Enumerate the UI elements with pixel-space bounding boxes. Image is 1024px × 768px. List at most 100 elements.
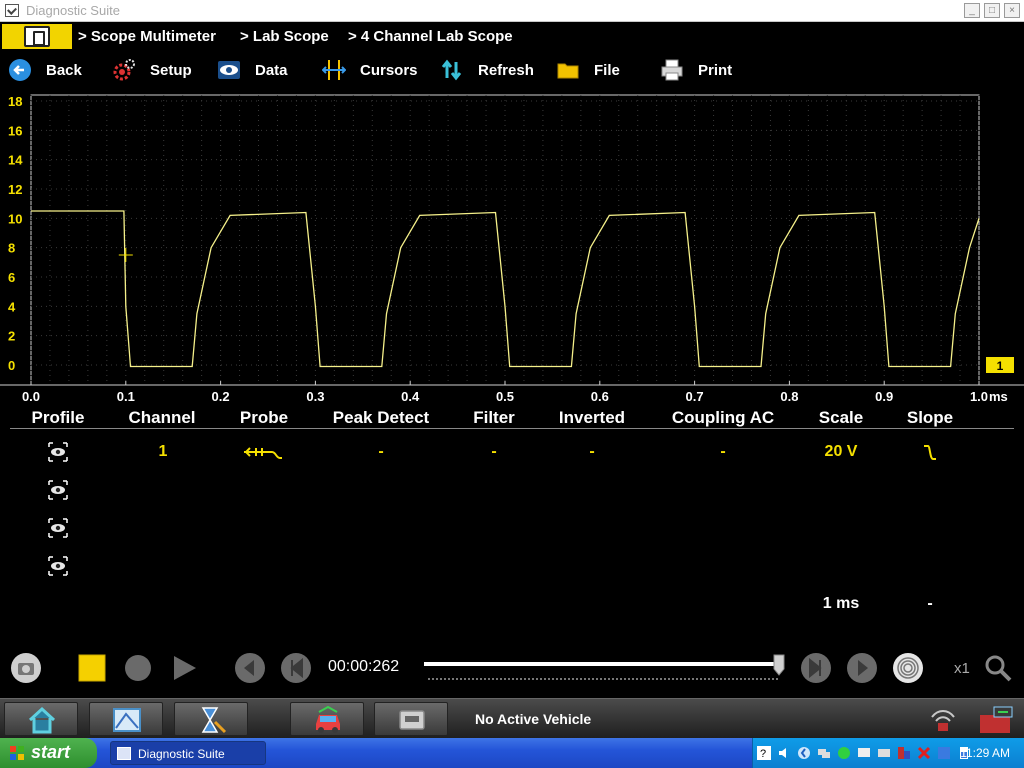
printer-icon: [661, 59, 683, 81]
refresh-button[interactable]: Refresh: [440, 56, 534, 84]
play-icon[interactable]: [168, 652, 200, 684]
svg-text:?: ?: [760, 748, 766, 760]
tools-app-button[interactable]: [174, 702, 248, 736]
system-tray: ? 11:29 AM: [752, 738, 1024, 768]
start-button[interactable]: start: [0, 738, 97, 768]
hourglass-tools-icon: [201, 707, 227, 734]
scope-display[interactable]: 18 16 14 12 10 8 6 4 2 0 0.0 0.1 0.2 0.3 0.4 0.5 0.6 0.7 0…: [0, 93, 1024, 413]
column-header-profile: Profile: [31, 408, 85, 427]
toolbar: Back Setup Data Cursors Refresh File Pri…: [0, 51, 1024, 89]
zoom-icon[interactable]: [982, 652, 1014, 684]
taskbar-item-diagnostic-suite[interactable]: Diagnostic Suite: [110, 741, 266, 765]
camera-snapshot-icon[interactable]: [10, 652, 42, 684]
column-header-coupling-ac: Coupling AC: [671, 408, 775, 427]
data-button[interactable]: Data: [217, 56, 288, 84]
wireless-icon[interactable]: [928, 705, 958, 733]
car-icon: [316, 706, 340, 733]
x-tick-label: 0.4: [401, 389, 420, 404]
step-back-icon[interactable]: [234, 652, 266, 684]
home-button[interactable]: [4, 702, 78, 736]
window-title: Diagnostic Suite: [26, 3, 120, 18]
speaker-icon[interactable]: [777, 746, 791, 760]
column-header-peak-detect: Peak Detect: [332, 408, 430, 427]
eye-icon: [48, 556, 68, 576]
scope-app-button[interactable]: [89, 702, 163, 736]
fingerprint-icon[interactable]: [892, 652, 924, 684]
eye-icon: [218, 61, 240, 79]
usb-connection-icon[interactable]: [978, 703, 1014, 735]
channel-1-filter[interactable]: -: [491, 443, 496, 461]
column-header-slope: Slope: [906, 408, 954, 427]
home-badge-button[interactable]: [2, 24, 72, 49]
falling-slope-icon[interactable]: [922, 444, 938, 462]
breadcrumb-lab-scope[interactable]: > Lab Scope: [240, 28, 329, 45]
step-forward-icon[interactable]: [846, 652, 878, 684]
close-button[interactable]: ×: [1004, 3, 1020, 18]
error-x-icon[interactable]: [917, 746, 931, 760]
system-clock: 11:29 AM: [960, 746, 1010, 760]
y-tick-label: 10: [8, 211, 22, 226]
network-icon[interactable]: [817, 746, 831, 760]
record-icon[interactable]: [122, 652, 154, 684]
channel-1-marker-label: 1: [997, 359, 1004, 373]
database-icon: [399, 710, 425, 730]
stop-icon[interactable]: [76, 652, 108, 684]
cursors-icon: [322, 60, 346, 80]
x-tick-label: 0.0: [22, 389, 40, 404]
monitor-icon[interactable]: [857, 746, 871, 760]
channel-4-visibility-toggle[interactable]: [47, 555, 69, 577]
playback-speed[interactable]: x1: [954, 660, 970, 677]
vehicle-select-button[interactable]: [290, 702, 364, 736]
update-icon[interactable]: [937, 746, 951, 760]
breadcrumb-scope-multimeter[interactable]: > Scope Multimeter: [78, 28, 216, 45]
column-header-probe: Probe: [239, 408, 289, 427]
y-tick-label: 4: [8, 299, 16, 314]
channel-1-peak-detect[interactable]: -: [378, 443, 383, 461]
channel-1-coupling[interactable]: -: [720, 443, 725, 461]
x-tick-label: 1.0: [970, 389, 988, 404]
probe-icon[interactable]: [242, 444, 284, 462]
eye-icon: [48, 442, 68, 462]
cursors-button[interactable]: Cursors: [322, 56, 418, 84]
channel-2-visibility-toggle[interactable]: [47, 479, 69, 501]
refresh-icon: [441, 59, 462, 81]
status-green-icon[interactable]: [837, 746, 851, 760]
maximize-button[interactable]: □: [984, 3, 1000, 18]
application-strip: No Active Vehicle: [0, 698, 1024, 738]
gear-icon: [113, 59, 135, 81]
time-per-division[interactable]: 1 ms: [823, 595, 859, 613]
fast-forward-icon[interactable]: [800, 652, 832, 684]
y-tick-label: 2: [8, 329, 15, 344]
channel-3-visibility-toggle[interactable]: [47, 517, 69, 539]
channel-1-inverted[interactable]: -: [589, 443, 594, 461]
print-button[interactable]: Print: [660, 56, 732, 84]
playback-slider-track[interactable]: [424, 662, 780, 666]
chevron-left-icon[interactable]: [797, 746, 811, 760]
back-button[interactable]: Back: [8, 56, 82, 84]
y-tick-label: 8: [8, 241, 15, 256]
cursors-label: Cursors: [360, 61, 418, 79]
column-header-channel: Channel: [128, 408, 196, 427]
keyboard-icon[interactable]: [877, 746, 891, 760]
scope-window-icon: [113, 708, 141, 732]
waveform-chart[interactable]: 18 16 14 12 10 8 6 4 2 0 0.0 0.1 0.2 0.3 0.4 0.5 0.6 0.7 0…: [0, 93, 1024, 413]
channel-1-visibility-toggle[interactable]: [47, 441, 69, 463]
x-tick-label: 0.1: [117, 389, 135, 404]
playback-slider-thumb[interactable]: [773, 654, 785, 676]
rewind-icon[interactable]: [280, 652, 312, 684]
os-taskbar: start Diagnostic Suite ? 11:29 AM: [0, 738, 1024, 768]
x-tick-label: 0.7: [686, 389, 704, 404]
help-icon[interactable]: ?: [757, 746, 771, 760]
column-header-scale: Scale: [818, 408, 864, 427]
data-manager-button[interactable]: [374, 702, 448, 736]
data-label: Data: [255, 61, 288, 79]
trigger-cursor-crosshair: [118, 248, 133, 262]
setup-button[interactable]: Setup: [112, 56, 192, 84]
minimize-button[interactable]: _: [964, 3, 980, 18]
file-button[interactable]: File: [556, 56, 620, 84]
breadcrumb-4-channel-lab-scope[interactable]: > 4 Channel Lab Scope: [348, 28, 513, 45]
channel-1-number[interactable]: 1: [159, 443, 168, 461]
channel-1-scale[interactable]: 20 V: [825, 443, 858, 461]
column-header-inverted: Inverted: [558, 408, 626, 427]
device-icon[interactable]: [897, 746, 911, 760]
